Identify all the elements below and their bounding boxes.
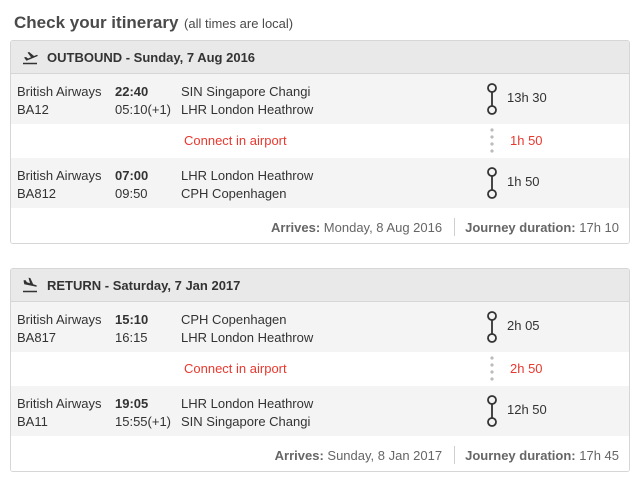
flight-airports: CPH Copenhagen LHR London Heathrow [181,311,313,347]
arrival-time: 15:55(+1) [115,414,172,429]
connection-duration: 1h 50 [510,133,543,148]
arrival-time: 09:50 [115,186,148,201]
arrives-label: Arrives: [271,219,321,235]
route-icon [487,83,497,115]
airline-name: British Airways [17,84,102,99]
flight-airports: SIN Singapore Changi LHR London Heathrow [181,83,313,119]
connection-duration: 2h 50 [510,361,543,376]
departure-time: 07:00 [115,168,149,183]
flight-number: BA812 [17,186,57,201]
flight-segment: British Airways BA12 22:40 05:10(+1) SIN… [11,74,629,124]
arrival-airport: SIN Singapore Changi [181,414,311,429]
arrival-airport: CPH Copenhagen [181,186,287,201]
flight-airports: LHR London Heathrow SIN Singapore Changi [181,395,313,431]
outbound-card: OUTBOUND - Sunday, 7 Aug 2016 British Ai… [10,40,630,244]
arrives-label: Arrives: [274,447,324,463]
flight-times: 19:05 15:55(+1) [115,395,171,431]
flight-airports: LHR London Heathrow CPH Copenhagen [181,167,313,203]
flight-segment: British Airways BA817 15:10 16:15 CPH Co… [11,302,629,352]
airline-name: British Airways [17,396,102,411]
flight-duration: 1h 50 [507,174,540,189]
arrival-airport: LHR London Heathrow [181,330,314,345]
connection-label: Connect in airport [184,133,287,148]
return-header: RETURN - Saturday, 7 Jan 2017 [11,269,629,302]
journey-value: 17h 45 [579,447,619,463]
arrival-time: 16:15 [115,330,148,345]
connection-dots-icon [490,356,494,381]
flight-times: 22:40 05:10(+1) [115,83,171,119]
flight-duration: 13h 30 [507,90,547,105]
plane-takeoff-icon [23,52,38,65]
connection-row: Connect in airport 2h 50 [11,352,629,386]
airline-info: British Airways BA12 [17,83,102,119]
journey-label: Journey duration: [465,219,576,235]
summary-divider [454,446,456,464]
route-icon [487,395,497,427]
flight-number: BA817 [17,330,57,345]
page-title-row: Check your itinerary (all times are loca… [14,13,293,33]
arrival-airport: LHR London Heathrow [181,102,314,117]
flight-duration: 2h 05 [507,318,540,333]
flight-segment: British Airways BA812 07:00 09:50 LHR Lo… [11,158,629,208]
airline-info: British Airways BA11 [17,395,102,431]
route-icon [487,311,497,343]
outbound-summary: Arrives: Monday, 8 Aug 2016 Journey dura… [11,208,629,243]
outbound-title: OUTBOUND - Sunday, 7 Aug 2016 [47,49,256,65]
page-title: Check your itinerary [14,13,179,32]
departure-time: 19:05 [115,396,149,411]
departure-airport: LHR London Heathrow [181,396,314,411]
flight-times: 15:10 16:15 [115,311,148,347]
airline-info: British Airways BA817 [17,311,102,347]
return-card: RETURN - Saturday, 7 Jan 2017 British Ai… [10,268,630,472]
connection-row: Connect in airport 1h 50 [11,124,629,158]
departure-time: 15:10 [115,312,149,327]
summary-divider [454,218,456,236]
flight-number: BA11 [17,414,48,429]
return-title: RETURN - Saturday, 7 Jan 2017 [47,277,241,293]
airline-name: British Airways [17,168,102,183]
journey-label: Journey duration: [465,447,576,463]
route-icon [487,167,497,199]
arrival-time: 05:10(+1) [115,102,172,117]
departure-airport: SIN Singapore Changi [181,84,311,99]
arrives-value: Monday, 8 Aug 2016 [323,219,443,235]
outbound-header: OUTBOUND - Sunday, 7 Aug 2016 [11,41,629,74]
arrives-value: Sunday, 8 Jan 2017 [327,447,443,463]
journey-value: 17h 10 [579,219,619,235]
departure-time: 22:40 [115,84,149,99]
flight-segment: British Airways BA11 19:05 15:55(+1) LHR… [11,386,629,436]
connection-dots-icon [490,128,494,153]
page-subtitle: (all times are local) [184,16,294,31]
flight-number: BA12 [17,102,49,117]
departure-airport: CPH Copenhagen [181,312,287,327]
departure-airport: LHR London Heathrow [181,168,314,183]
connection-label: Connect in airport [184,361,287,376]
airline-info: British Airways BA812 [17,167,102,203]
airline-name: British Airways [17,312,102,327]
plane-landing-icon [23,277,37,293]
return-summary: Arrives: Sunday, 8 Jan 2017 Journey dura… [11,436,629,471]
flight-duration: 12h 50 [507,402,547,417]
flight-times: 07:00 09:50 [115,167,148,203]
